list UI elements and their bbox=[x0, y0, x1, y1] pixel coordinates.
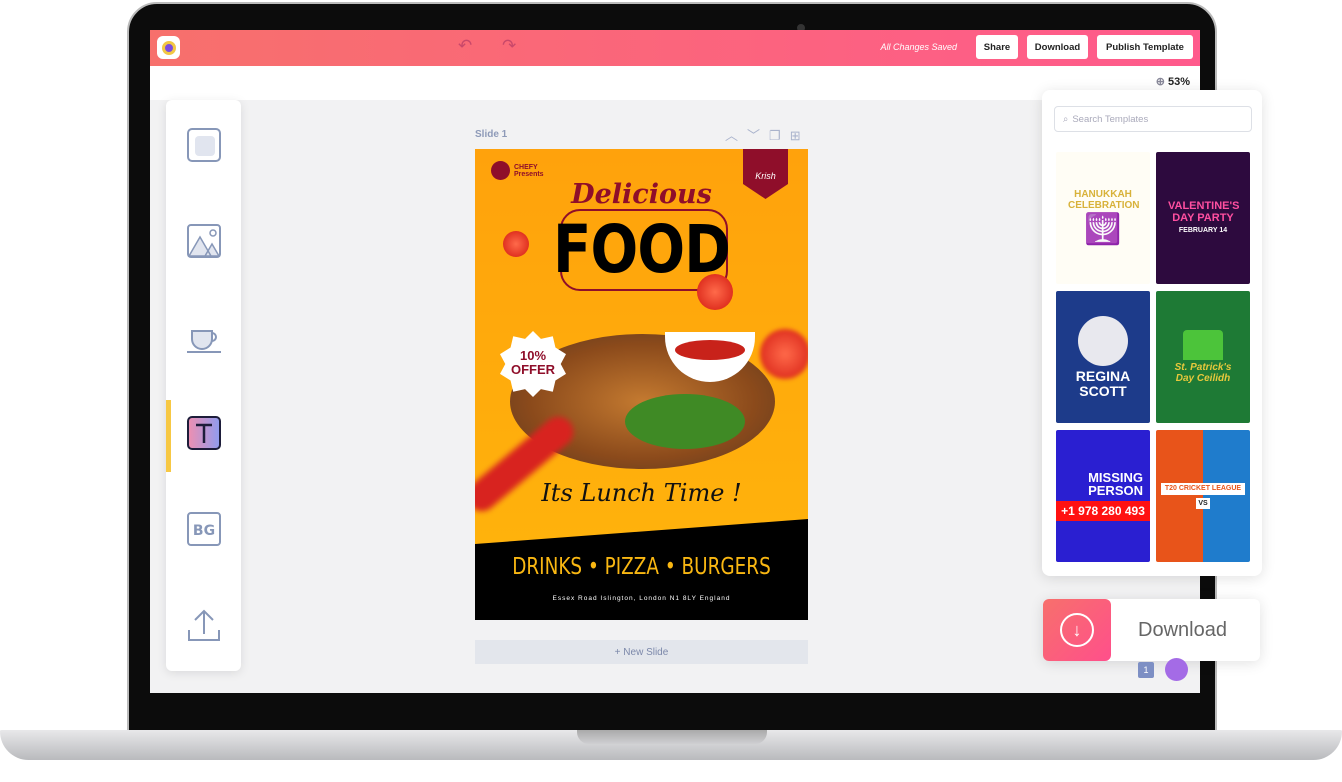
duplicate-icon[interactable]: ❐ bbox=[769, 128, 790, 143]
images-tool[interactable] bbox=[186, 223, 222, 259]
headline-script: Delicious bbox=[571, 179, 712, 210]
app-logo[interactable] bbox=[157, 36, 180, 59]
coffee-cup-icon bbox=[187, 330, 221, 353]
page-count-badge[interactable]: 1 bbox=[1138, 662, 1154, 678]
download-icon-tile: ↓ bbox=[1043, 599, 1111, 661]
zoom-in-icon: ⊕ bbox=[1155, 76, 1168, 88]
chat-icon[interactable] bbox=[1165, 658, 1188, 681]
save-status: All Changes Saved bbox=[880, 42, 957, 52]
tagline: Its Lunch Time ! bbox=[541, 479, 742, 507]
tool-sidebar: BG bbox=[166, 100, 241, 671]
template-cricket[interactable]: T20 CRICKET LEAGUE VS bbox=[1156, 430, 1250, 562]
download-button[interactable]: Download bbox=[1027, 35, 1088, 59]
image-icon bbox=[187, 224, 221, 258]
active-indicator bbox=[166, 400, 171, 472]
bg-icon: BG bbox=[187, 512, 221, 546]
address: Essex Road Islington, London N1 8LY Engl… bbox=[552, 595, 731, 602]
template-regina[interactable]: REGINA SCOTT bbox=[1056, 291, 1150, 423]
template-missing-person[interactable]: MISSING PERSON +1 978 280 493 bbox=[1056, 430, 1150, 562]
brand-logo: CHEFY Presents bbox=[491, 161, 544, 180]
slide-label: Slide 1 bbox=[475, 129, 508, 140]
menu-items: DRINKS • PIZZA • BURGERS bbox=[512, 554, 771, 580]
search-templates-input[interactable]: ⌕ Search Templates bbox=[1054, 106, 1252, 132]
move-down-icon[interactable]: ﹀ bbox=[747, 128, 769, 143]
template-hanukkah[interactable]: HANUKKAH CELEBRATION 🕎 bbox=[1056, 152, 1150, 284]
parsley-image bbox=[625, 394, 745, 449]
tomato-image bbox=[503, 231, 529, 257]
download-arrow-icon: ↓ bbox=[1060, 613, 1094, 647]
zoom-control[interactable]: ⊕ 53% bbox=[1156, 75, 1190, 88]
template-valentine[interactable]: VALENTINE'S DAY PARTY FEBRUARY 14 bbox=[1156, 152, 1250, 284]
template-st-patricks[interactable]: St. Patrick's Day Ceilidh bbox=[1156, 291, 1250, 423]
share-button[interactable]: Share bbox=[976, 35, 1018, 59]
illustrations-tool[interactable] bbox=[186, 319, 222, 355]
templates-panel: ⌕ Search Templates HANUKKAH CELEBRATION 🕎 … bbox=[1042, 90, 1262, 576]
download-card[interactable]: ↓ Download bbox=[1043, 599, 1260, 661]
upload-icon bbox=[188, 609, 220, 641]
headline-main: FOOD bbox=[553, 211, 731, 288]
text-tool[interactable] bbox=[186, 415, 222, 451]
slide-controls: ︿﹀❐⊞ bbox=[725, 125, 810, 144]
laptop-notch bbox=[577, 730, 767, 744]
elements-icon bbox=[187, 128, 221, 162]
undo-icon[interactable]: ↶ bbox=[458, 36, 472, 56]
download-label: Download bbox=[1138, 619, 1227, 641]
add-slide-icon[interactable]: ⊞ bbox=[790, 128, 810, 143]
redo-icon[interactable]: ↷ bbox=[502, 36, 516, 56]
tomato-image bbox=[697, 274, 733, 310]
top-bar: ↶ ↷ All Changes Saved Share Download Pub… bbox=[150, 30, 1200, 66]
tomato-image bbox=[760, 329, 808, 379]
search-icon: ⌕ bbox=[1063, 113, 1069, 125]
svg-text:BG: BG bbox=[193, 523, 215, 539]
background-tool[interactable]: BG bbox=[186, 511, 222, 547]
upload-tool[interactable] bbox=[186, 607, 222, 643]
new-slide-button[interactable]: + New Slide bbox=[475, 640, 808, 664]
publish-template-button[interactable]: Publish Template bbox=[1097, 35, 1193, 59]
text-icon bbox=[187, 416, 221, 450]
zoom-level: 53% bbox=[1167, 76, 1190, 88]
poster-canvas[interactable]: CHEFY Presents Krish Delicious FOOD 10% OF… bbox=[475, 149, 808, 620]
move-up-icon[interactable]: ︿ bbox=[725, 128, 747, 143]
elements-tool[interactable] bbox=[186, 127, 222, 163]
